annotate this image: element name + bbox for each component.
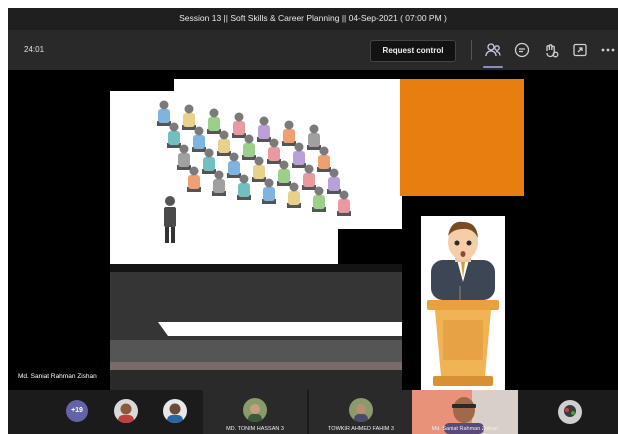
participant-name: MD. TONIM HASSAN 3 — [226, 426, 284, 432]
meeting-toolbar: 24:01 Request control — [8, 30, 618, 70]
overflow-participants-badge[interactable]: +19 — [66, 400, 88, 422]
request-control-button[interactable]: Request control — [370, 40, 456, 62]
participant-avatar — [349, 398, 373, 422]
toolbar-divider — [471, 40, 472, 60]
participant-name: Md. Saniat Rahman Zishan — [431, 426, 499, 432]
teams-meeting-window: Session 13 || Soft Skills & Career Plann… — [8, 8, 618, 434]
active-speaker-tile[interactable]: Md. Saniat Rahman Zishan — [412, 390, 518, 434]
chat-icon[interactable] — [512, 40, 532, 60]
participant-tile[interactable]: MD. TONIM HASSAN 3 — [203, 390, 307, 434]
presenter-name-label: Md. Saniat Rahman Zishan — [18, 373, 97, 380]
slide-audience-image — [110, 79, 402, 264]
shared-screen-stage: Md. Saniat Rahman Zishan — [8, 70, 618, 390]
participant-tile[interactable]: TOWKIR AHMED FAHIM 3 — [309, 390, 413, 434]
mic-muted-icon: 3 — [280, 426, 284, 432]
participant-avatar[interactable] — [114, 399, 138, 423]
orange-slide-block — [400, 79, 524, 196]
reactions-icon[interactable] — [541, 40, 561, 60]
title-bar: Session 13 || Soft Skills & Career Plann… — [8, 8, 618, 30]
participant-name: TOWKIR AHMED FAHIM 3 — [328, 426, 394, 432]
people-active-indicator — [483, 66, 503, 68]
meeting-title: Session 13 || Soft Skills & Career Plann… — [179, 13, 447, 23]
share-tray-icon[interactable] — [570, 40, 590, 60]
participant-gallery-strip: +19 MD. TONIM HASSAN 3 TOWKIR AHMED FAHI… — [8, 390, 618, 434]
podium-speaker-image — [421, 216, 505, 390]
slide-lower-panel — [110, 264, 402, 390]
participant-avatar — [243, 398, 267, 422]
people-icon[interactable] — [483, 40, 503, 60]
meeting-timer: 24:01 — [24, 45, 45, 54]
mic-muted-icon: 3 — [390, 426, 394, 432]
participant-avatar[interactable] — [558, 400, 582, 424]
participant-avatar[interactable] — [163, 399, 187, 423]
slide-lower-shapes — [110, 264, 402, 390]
more-options-icon[interactable] — [598, 40, 618, 60]
audience-illustration — [110, 79, 402, 264]
cartoon-speaker-illustration — [427, 221, 499, 386]
